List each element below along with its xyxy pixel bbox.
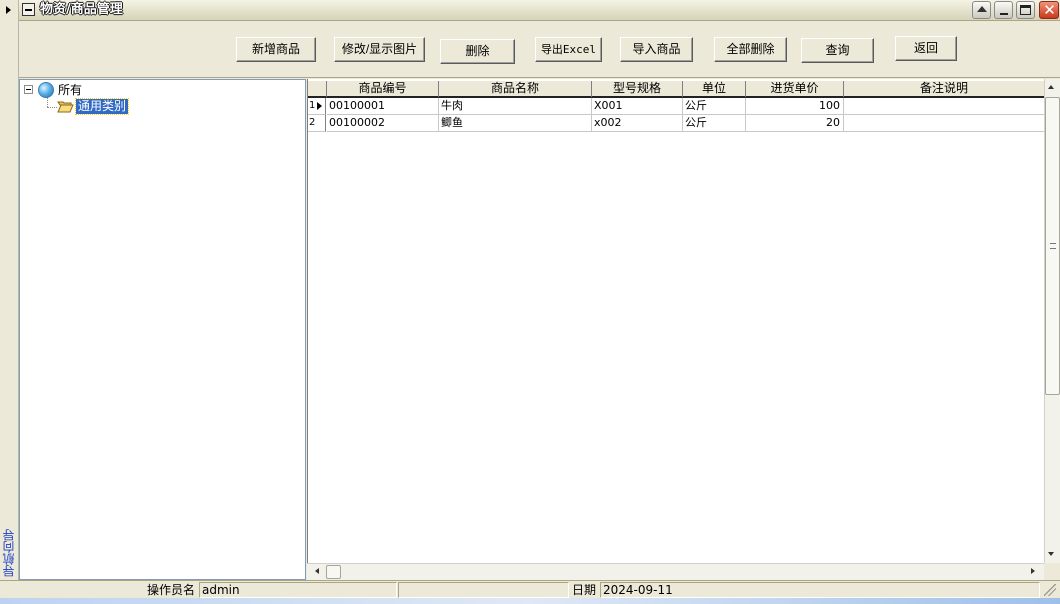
cell-code[interactable]: 00100002 bbox=[327, 115, 439, 132]
minimize-icon bbox=[1000, 13, 1008, 15]
globe-icon bbox=[38, 82, 54, 98]
cell-unit[interactable]: 公斤 bbox=[683, 115, 746, 132]
query-button[interactable]: 查询 bbox=[801, 38, 874, 63]
cell-remark[interactable] bbox=[844, 98, 1044, 115]
cell-name[interactable]: 牛肉 bbox=[439, 98, 592, 115]
row-number[interactable]: 2 bbox=[308, 115, 326, 132]
scroll-left-arrow-icon[interactable] bbox=[315, 568, 319, 574]
scroll-right-arrow-icon[interactable] bbox=[1031, 568, 1035, 574]
window-title-bar: 物资/商品管理 ✕ bbox=[19, 0, 1060, 21]
header-corner bbox=[308, 81, 327, 98]
delete-button[interactable]: 删除 bbox=[440, 39, 515, 64]
maximize-icon bbox=[1020, 5, 1031, 15]
window-title: 物资/商品管理 bbox=[40, 2, 123, 17]
maximize-button[interactable] bbox=[1016, 1, 1035, 19]
grip-icon bbox=[1050, 243, 1056, 249]
close-button[interactable]: ✕ bbox=[1039, 1, 1059, 19]
export-excel-button[interactable]: 导出Excel bbox=[535, 37, 602, 62]
import-products-button[interactable]: 导入商品 bbox=[620, 37, 693, 62]
cell-spec[interactable]: X001 bbox=[592, 98, 683, 115]
category-tree[interactable]: 所有 通用类别 bbox=[19, 79, 306, 580]
table-row[interactable]: 1 00100001 牛肉 X001 公斤 100 bbox=[308, 98, 1044, 115]
scroll-up-button[interactable] bbox=[972, 1, 991, 19]
scrollbar-corner bbox=[1044, 563, 1060, 580]
taskbar-edge bbox=[0, 598, 1060, 604]
cell-unit[interactable]: 公斤 bbox=[683, 98, 746, 115]
product-grid[interactable]: 商品编号 商品名称 型号规格 单位 进货单价 备注说明 1 00100001 牛… bbox=[307, 79, 1044, 563]
scroll-down-arrow-icon[interactable] bbox=[1048, 552, 1054, 556]
back-button[interactable]: 返回 bbox=[895, 36, 957, 61]
tree-node-root[interactable]: 所有 bbox=[58, 83, 82, 98]
tree-node-general-category[interactable]: 通用类别 bbox=[74, 98, 130, 115]
operator-label: 操作员名 bbox=[147, 583, 196, 597]
grid-header: 商品编号 商品名称 型号规格 单位 进货单价 备注说明 bbox=[308, 81, 1044, 98]
vertical-scroll-thumb[interactable] bbox=[1045, 97, 1060, 395]
edit-show-image-button[interactable]: 修改/显示图片 bbox=[334, 37, 425, 62]
tree-connector bbox=[47, 107, 57, 108]
window-menu-icon[interactable] bbox=[22, 3, 35, 16]
date-value: 2024-09-11 bbox=[600, 582, 1040, 598]
date-label: 日期 bbox=[572, 583, 597, 597]
column-header-code[interactable]: 商品编号 bbox=[327, 81, 439, 98]
column-header-spec[interactable]: 型号规格 bbox=[592, 81, 683, 98]
tree-connector bbox=[47, 97, 48, 107]
cell-name[interactable]: 鲫鱼 bbox=[439, 115, 592, 132]
open-folder-icon bbox=[57, 101, 74, 113]
minimize-button[interactable] bbox=[994, 1, 1013, 19]
cell-code[interactable]: 00100001 bbox=[327, 98, 439, 115]
current-row-pointer-icon bbox=[317, 102, 322, 110]
cell-price[interactable]: 20 bbox=[746, 115, 844, 132]
status-bar: 操作员名 admin 日期 2024-09-11 bbox=[0, 580, 1060, 598]
column-header-name[interactable]: 商品名称 bbox=[439, 81, 592, 98]
expand-arrow-icon[interactable] bbox=[6, 6, 11, 14]
resize-grip-icon[interactable] bbox=[1044, 584, 1056, 596]
add-product-button[interactable]: 新增商品 bbox=[236, 37, 316, 62]
status-panel bbox=[398, 582, 569, 598]
horizontal-scroll-thumb[interactable] bbox=[326, 565, 341, 579]
operator-value: admin bbox=[199, 582, 397, 598]
horizontal-scrollbar[interactable] bbox=[307, 563, 1044, 580]
cell-price[interactable]: 100 bbox=[746, 98, 844, 115]
toolbar: 新增商品 修改/显示图片 删除 导出Excel 导入商品 全部删除 查询 返回 bbox=[19, 22, 1060, 78]
up-arrow-icon bbox=[977, 6, 987, 12]
vertical-scrollbar[interactable] bbox=[1044, 79, 1060, 563]
column-header-unit[interactable]: 单位 bbox=[683, 81, 746, 98]
cell-remark[interactable] bbox=[844, 115, 1044, 132]
close-icon: ✕ bbox=[1043, 1, 1056, 19]
column-header-remark[interactable]: 备注说明 bbox=[844, 81, 1044, 98]
column-header-price[interactable]: 进货单价 bbox=[746, 81, 844, 98]
navigator-strip[interactable]: 导航向导 bbox=[0, 0, 19, 580]
cell-spec[interactable]: x002 bbox=[592, 115, 683, 132]
table-row[interactable]: 2 00100002 鲫鱼 x002 公斤 20 bbox=[308, 115, 1044, 132]
scroll-up-arrow-icon[interactable] bbox=[1048, 85, 1054, 89]
delete-all-button[interactable]: 全部删除 bbox=[714, 37, 787, 62]
navigator-label[interactable]: 导航向导 bbox=[2, 528, 18, 578]
collapse-toggle-icon[interactable] bbox=[24, 85, 33, 94]
